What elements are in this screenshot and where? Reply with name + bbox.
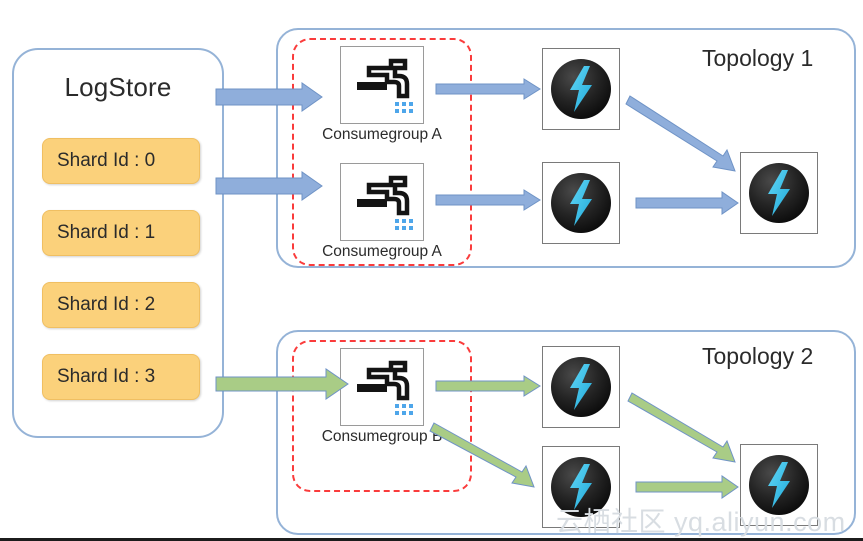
shard-box-2[interactable]: Shard Id : 2 <box>42 282 200 328</box>
consumer-group-node-a1[interactable]: Consumegroup A <box>320 46 444 144</box>
consumer-group-node-b1[interactable]: Consumegroup B <box>320 348 444 446</box>
topology-1-title: Topology 1 <box>702 45 814 71</box>
storm-bolt-icon <box>551 59 611 122</box>
shard-box-1[interactable]: Shard Id : 1 <box>42 210 200 256</box>
shard-label: Shard Id : 2 <box>57 294 156 315</box>
diagram-canvas: LogStore Shard Id : 0 Shard Id : 1 Shard… <box>0 0 863 541</box>
storm-worker-node-t2-a[interactable] <box>542 346 620 428</box>
shard-label: Shard Id : 1 <box>57 222 156 243</box>
consumer-group-label: Consumegroup A <box>322 126 442 143</box>
faucet-icon <box>340 46 424 124</box>
storm-worker-node-t1-c[interactable] <box>740 152 818 234</box>
topology-2-title: Topology 2 <box>702 343 814 369</box>
watermark: 云栖社区 yq.aliyun.com <box>556 507 846 537</box>
consumer-group-label: Consumegroup A <box>322 243 442 260</box>
logstore-panel: LogStore Shard Id : 0 Shard Id : 1 Shard… <box>12 48 224 438</box>
storm-bolt-icon <box>749 163 809 226</box>
storm-bolt-icon <box>551 357 611 420</box>
consumer-group-label: Consumegroup B <box>321 428 443 445</box>
storm-worker-node-t1-b[interactable] <box>542 162 620 244</box>
storm-bolt-icon <box>551 173 611 236</box>
faucet-icon <box>340 163 424 241</box>
shard-box-3[interactable]: Shard Id : 3 <box>42 354 200 400</box>
shard-label: Shard Id : 0 <box>57 150 156 171</box>
storm-worker-node-t1-a[interactable] <box>542 48 620 130</box>
shard-box-0[interactable]: Shard Id : 0 <box>42 138 200 184</box>
logstore-title: LogStore <box>64 72 172 102</box>
faucet-icon <box>340 348 424 426</box>
shard-label: Shard Id : 3 <box>57 366 156 387</box>
consumer-group-node-a2[interactable]: Consumegroup A <box>320 163 444 261</box>
